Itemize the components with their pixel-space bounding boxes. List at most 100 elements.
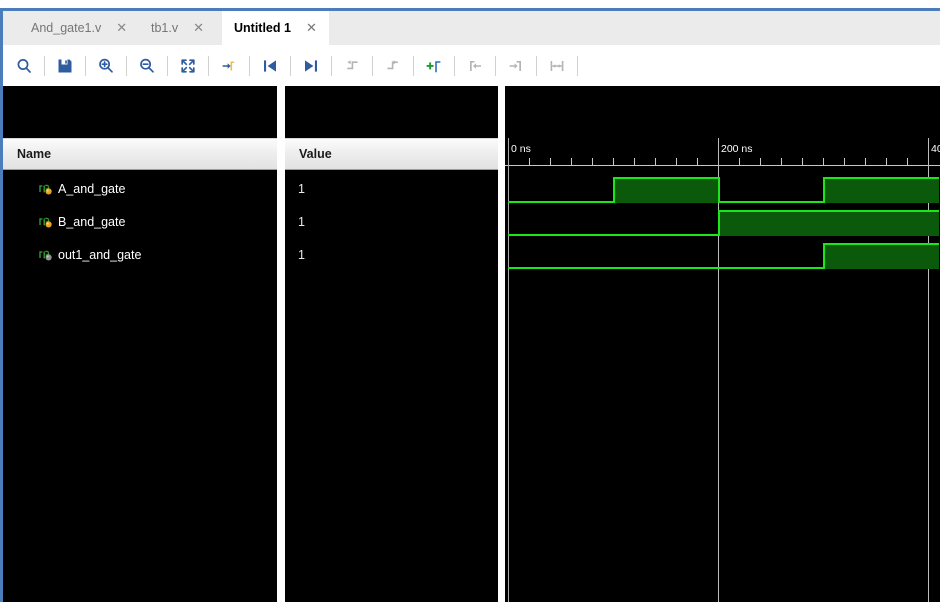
signal-name: B_and_gate [58,214,126,229]
zoom-fit-icon[interactable] [173,51,203,81]
time-ruler-minor-tick [613,158,614,165]
snap-to-left-icon [460,51,490,81]
toolbar-separator [167,55,168,76]
value-wave-divider[interactable] [498,86,505,602]
output-signal-icon [39,248,53,262]
signal-row[interactable]: out1_and_gate [3,238,277,271]
signal-value: 1 [298,181,305,196]
toolbar-separator [536,55,537,76]
waveform-row [505,205,940,238]
time-ruler-minor-tick [907,158,908,165]
name-column-header-label: Name [17,147,52,161]
time-ruler-minor-tick [760,158,761,165]
time-ruler-minor-tick [676,158,677,165]
time-ruler-minor-tick [529,158,530,165]
waveform-row [505,238,940,271]
zoom-in-icon[interactable] [91,51,121,81]
value-column-header[interactable]: Value [285,138,498,170]
simulation-waveform-window: And_gate1.v ✕ tb1.v ✕ Untitled 1 ✕ Name A_and… [0,0,940,602]
toolbar-separator [413,55,414,76]
name-value-divider[interactable] [277,86,285,602]
waveform-transition-edge [613,177,615,203]
toolbar-separator [208,55,209,76]
time-ruler-minor-tick [802,158,803,165]
next-marker-icon [378,51,408,81]
tab-close-icon[interactable]: ✕ [303,20,320,37]
input-signal-icon [39,215,53,229]
time-ruler-minor-tick [781,158,782,165]
measure-icon [542,51,572,81]
waveform-toolbar [3,45,940,86]
waveform-transition-edge [823,177,825,203]
time-ruler-baseline [505,165,940,166]
waveform-low-segment [508,267,823,269]
tab-label: Untitled 1 [234,21,291,35]
zoom-out-icon[interactable] [132,51,162,81]
tab-untitled-1[interactable]: Untitled 1 ✕ [222,11,329,45]
tab-label: And_gate1.v [31,21,102,35]
waveform-high-segment [613,177,718,203]
toolbar-separator [577,55,578,76]
tab-label: tb1.v [151,21,179,35]
toolbar-separator [454,55,455,76]
tab-close-icon[interactable]: ✕ [190,20,207,37]
value-column: Value 1 1 1 [285,86,498,602]
time-ruler-label: 200 ns [721,143,753,155]
signal-value-row: 1 [285,205,498,238]
waveform-transition-edge [718,210,720,236]
time-ruler-label: 0 ns [511,143,531,155]
signal-name: out1_and_gate [58,247,142,262]
time-ruler-minor-tick [697,158,698,165]
waveform-main-area: Name A_and_gate B_and_gate out1_and_gate V… [3,86,940,602]
tab-bar: And_gate1.v ✕ tb1.v ✕ Untitled 1 ✕ [3,11,940,45]
signal-name: A_and_gate [58,181,126,196]
time-ruler-minor-tick [571,158,572,165]
waveform-low-segment [508,201,613,203]
previous-marker-icon [337,51,367,81]
time-ruler-minor-tick [655,158,656,165]
toolbar-separator [331,55,332,76]
waveform-transition-edge [718,177,720,203]
waveform-pane[interactable]: 0 ns 200 ns 400 [505,86,940,602]
waveform-high-segment [823,177,939,203]
input-signal-icon [39,182,53,196]
waveform-high-segment [718,210,939,236]
save-icon[interactable] [50,51,80,81]
tab-tb1-v[interactable]: tb1.v ✕ [139,11,222,45]
signal-value: 1 [298,247,305,262]
toolbar-separator [249,55,250,76]
signal-value: 1 [298,214,305,229]
time-ruler-minor-tick [592,158,593,165]
tab-and-gate1-v[interactable]: And_gate1.v ✕ [19,11,139,45]
signal-value-row: 1 [285,238,498,271]
search-icon[interactable] [9,51,39,81]
waveform-low-segment [508,234,718,236]
toolbar-separator [372,55,373,76]
toolbar-separator [126,55,127,76]
time-ruler-minor-tick [550,158,551,165]
snap-to-right-icon [501,51,531,81]
signal-row[interactable]: A_and_gate [3,172,277,205]
waveform-low-segment [718,201,823,203]
waveform-row [505,172,940,205]
toolbar-separator [85,55,86,76]
name-column: Name A_and_gate B_and_gate out1_and_gate [3,86,277,602]
toolbar-separator [290,55,291,76]
signal-value-row: 1 [285,172,498,205]
tab-close-icon[interactable]: ✕ [113,20,130,37]
add-marker-icon[interactable] [419,51,449,81]
previous-transition-icon[interactable] [255,51,285,81]
time-ruler-minor-tick [844,158,845,165]
time-ruler[interactable]: 0 ns 200 ns 400 [505,138,940,172]
value-column-header-label: Value [299,147,332,161]
time-ruler-minor-tick [886,158,887,165]
toolbar-separator [495,55,496,76]
signal-row[interactable]: B_and_gate [3,205,277,238]
time-ruler-minor-tick [739,158,740,165]
waveform-high-segment [823,243,939,269]
time-ruler-minor-tick [865,158,866,165]
next-transition-icon[interactable] [296,51,326,81]
name-column-header[interactable]: Name [3,138,277,170]
go-to-time-icon[interactable] [214,51,244,81]
time-ruler-minor-tick [634,158,635,165]
